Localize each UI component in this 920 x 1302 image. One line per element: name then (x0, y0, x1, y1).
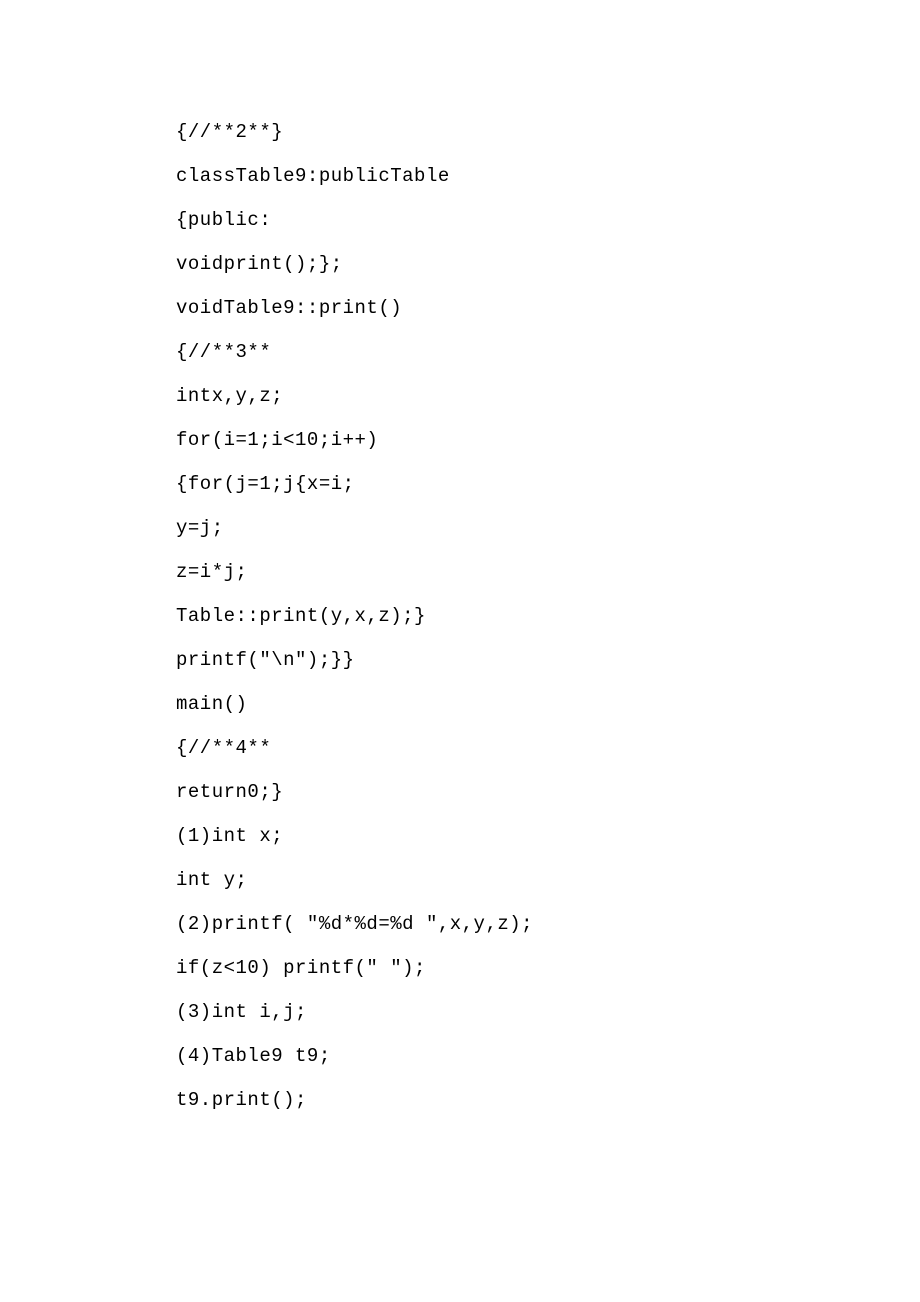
code-line: (1)int x; (176, 814, 920, 858)
code-line: intx,y,z; (176, 374, 920, 418)
code-line: (4)Table9 t9; (176, 1034, 920, 1078)
code-line: for(i=1;i<10;i++) (176, 418, 920, 462)
code-line: {//**3** (176, 330, 920, 374)
code-line: return0;} (176, 770, 920, 814)
code-line: {//**2**} (176, 110, 920, 154)
code-line: if(z<10) printf(" "); (176, 946, 920, 990)
code-line: {for(j=1;j{x=i; (176, 462, 920, 506)
document-page: {//**2**} classTable9:publicTable {publi… (0, 0, 920, 1122)
code-line: {//**4** (176, 726, 920, 770)
code-line: Table::print(y,x,z);} (176, 594, 920, 638)
code-line: int y; (176, 858, 920, 902)
code-line: main() (176, 682, 920, 726)
code-line: {public: (176, 198, 920, 242)
code-line: (3)int i,j; (176, 990, 920, 1034)
code-line: voidTable9::print() (176, 286, 920, 330)
code-line: printf("\n");}} (176, 638, 920, 682)
code-line: classTable9:publicTable (176, 154, 920, 198)
code-line: y=j; (176, 506, 920, 550)
code-line: z=i*j; (176, 550, 920, 594)
code-line: t9.print(); (176, 1078, 920, 1122)
code-line: voidprint();}; (176, 242, 920, 286)
code-line: (2)printf( "%d*%d=%d ",x,y,z); (176, 902, 920, 946)
